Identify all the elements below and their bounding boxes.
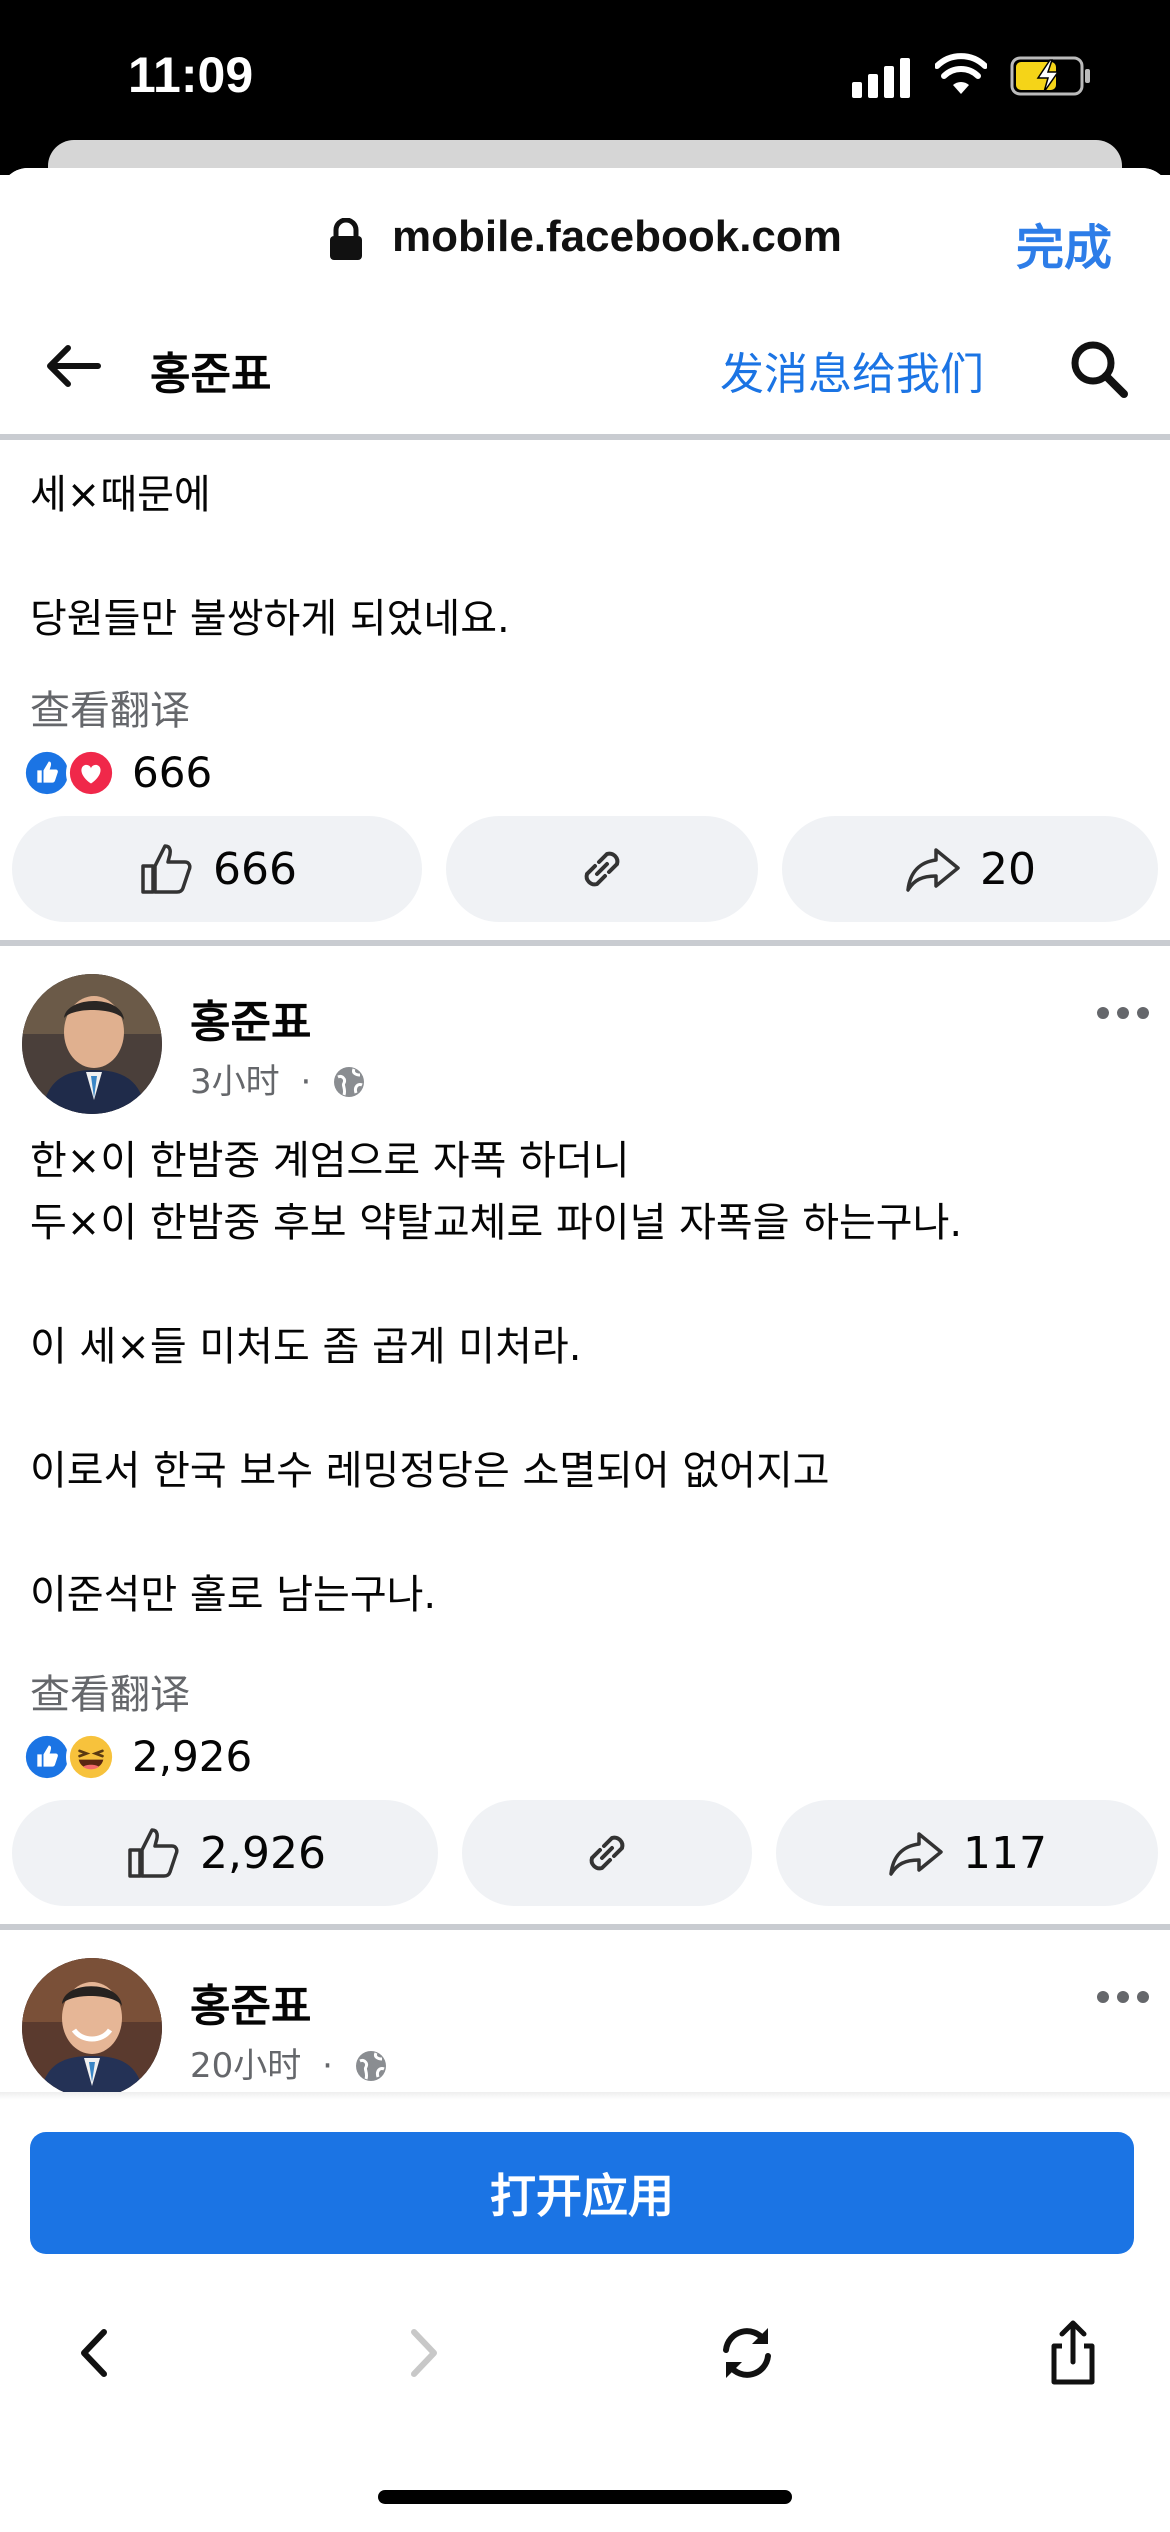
share-sheet-icon[interactable] <box>1038 2318 1108 2388</box>
home-indicator <box>378 2490 792 2504</box>
link-icon <box>584 851 620 887</box>
battery-charging-icon <box>1010 56 1090 96</box>
avatar-photo <box>22 1958 162 2098</box>
post-meta: 3小时 · <box>190 1054 366 1103</box>
globe-icon <box>355 2051 386 2081</box>
author-name[interactable]: 홍준표 <box>190 986 311 1050</box>
share-count: 117 <box>963 1827 1047 1879</box>
search-icon[interactable] <box>1068 338 1130 400</box>
share-count: 20 <box>980 843 1036 895</box>
like-reaction-icon <box>22 748 72 798</box>
share-icon <box>906 848 960 892</box>
like-icon <box>141 844 192 894</box>
see-translation-link[interactable]: 查看翻译 <box>30 678 190 736</box>
divider <box>0 434 1170 440</box>
like-count: 666 <box>213 843 297 895</box>
more-options-icon[interactable] <box>1096 1006 1150 1020</box>
post-line: 이로서 한국 보수 레밍정당은 소멸되어 없어지고 <box>30 1448 830 1494</box>
post-line: 당원들만 불쌍하게 되었네요. <box>30 596 510 642</box>
share-button[interactable]: 20 <box>782 816 1158 922</box>
safari-back-icon[interactable] <box>60 2318 130 2388</box>
post-line: 두×이 한밤중 후보 약탈교체로 파이널 자폭을 하는구나. <box>30 1200 963 1246</box>
copy-link-button[interactable] <box>462 1800 752 1906</box>
status-time: 11:09 <box>128 47 254 103</box>
cellular-signal-icon <box>852 58 910 98</box>
post-text: 한×이 한밤중 계엄으로 자폭 하더니 두×이 한밤중 후보 약탈교체로 파이널… <box>30 1130 962 1626</box>
like-count: 2,926 <box>200 1827 326 1879</box>
like-icon <box>128 1828 179 1878</box>
post-text: 세×때문에 당원들만 불쌍하게 되었네요. <box>30 464 510 650</box>
panel-shadow <box>0 2092 1170 2100</box>
reload-icon[interactable] <box>712 2318 782 2388</box>
like-button[interactable]: 666 <box>12 816 422 922</box>
reaction-count: 2,926 <box>132 1732 253 1781</box>
post-line: 이준석만 홀로 남는구나. <box>30 1572 437 1618</box>
back-arrow-icon[interactable] <box>42 342 102 390</box>
meta-separator: · <box>300 1062 312 1102</box>
page-title: 홍준표 <box>150 349 272 400</box>
post-divider <box>0 1924 1170 1930</box>
avatar-photo <box>22 974 162 1114</box>
open-app-button[interactable]: 打开应用 <box>30 2132 1134 2254</box>
author-name[interactable]: 홍준표 <box>190 1970 311 2034</box>
page-header: 홍준표 发消息给我们 <box>0 298 1170 434</box>
see-translation-link[interactable]: 查看翻译 <box>30 1662 190 1720</box>
url-text[interactable]: mobile.facebook.com <box>392 212 842 262</box>
url-bar: mobile.facebook.com 完成 <box>0 168 1170 298</box>
globe-icon <box>334 1067 365 1097</box>
share-button[interactable]: 117 <box>776 1800 1158 1906</box>
share-icon <box>889 1832 943 1876</box>
reaction-count: 666 <box>132 748 213 797</box>
like-button[interactable]: 2,926 <box>12 1800 438 1906</box>
like-reaction-icon <box>22 1732 72 1782</box>
post-line: 한×이 한밤중 계엄으로 자폭 하더니 <box>30 1138 630 1184</box>
haha-reaction-icon <box>66 1732 116 1782</box>
meta-separator: · <box>322 2046 333 2086</box>
post-time[interactable]: 20小时 <box>190 2046 301 2086</box>
love-reaction-icon <box>66 748 116 798</box>
message-us-button[interactable]: 发消息给我们 <box>720 338 984 402</box>
lock-icon <box>330 218 362 260</box>
author-avatar[interactable] <box>22 1958 162 2098</box>
wifi-icon <box>935 53 987 94</box>
done-button[interactable]: 完成 <box>1016 208 1112 278</box>
post-divider <box>0 940 1170 946</box>
link-icon <box>589 1835 625 1871</box>
browser-sheet: mobile.facebook.com 完成 홍준표 发消息给我们 세×때문에 … <box>0 168 1170 2532</box>
post-line: 이 세×들 미처도 좀 곱게 미처라. <box>30 1324 582 1370</box>
safari-forward-icon[interactable] <box>388 2318 458 2388</box>
copy-link-button[interactable] <box>446 816 758 922</box>
author-avatar[interactable] <box>22 974 162 1114</box>
post-time[interactable]: 3小时 <box>190 1062 280 1102</box>
more-options-icon[interactable] <box>1096 1990 1150 2004</box>
post-line: 세×때문에 <box>30 472 211 518</box>
post-meta: 20小时 · <box>190 2038 388 2087</box>
